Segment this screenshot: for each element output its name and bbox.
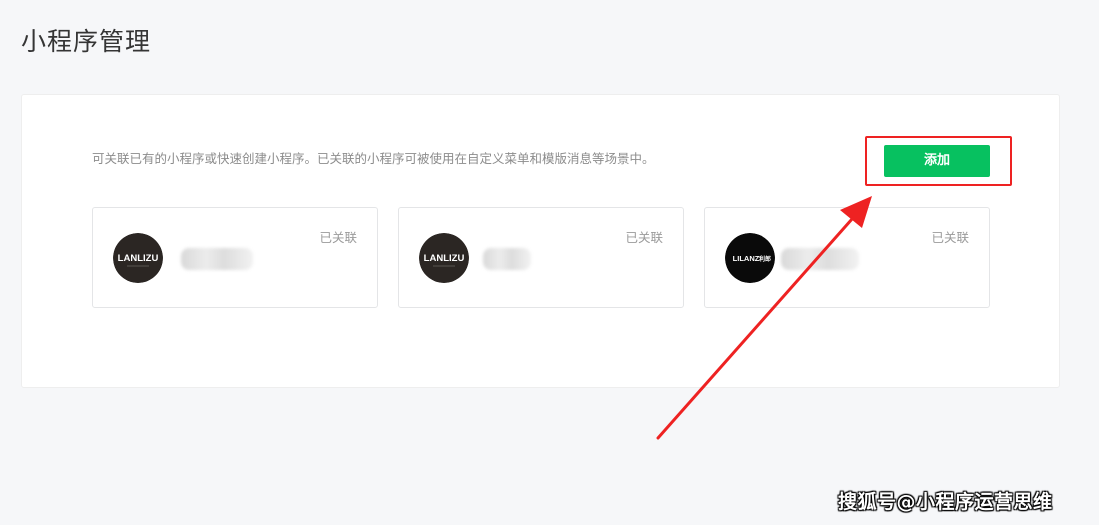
mini-program-card-1[interactable]: LANLIZU 已关联 <box>92 207 378 308</box>
blurred-program-name <box>483 248 531 270</box>
avatar-logo-text: LANLIZU <box>424 253 465 264</box>
lanlizu-logo-icon: LANLIZU <box>113 233 163 283</box>
watermark: 搜狐号@小程序运营思维 <box>838 491 1053 513</box>
mini-program-panel: 可关联已有的小程序或快速创建小程序。已关联的小程序可被使用在自定义菜单和模版消息… <box>21 94 1060 388</box>
annotation-arrow-icon <box>656 196 872 440</box>
avatar-logo-text: LANLIZU <box>118 253 159 264</box>
add-button[interactable]: 添加 <box>884 145 990 177</box>
blurred-program-name <box>181 248 253 270</box>
page-title: 小程序管理 <box>21 27 152 56</box>
status-badge: 已关联 <box>319 230 357 245</box>
lanlizu-logo-icon: LANLIZU <box>419 233 469 283</box>
status-badge: 已关联 <box>931 230 969 245</box>
panel-description: 可关联已有的小程序或快速创建小程序。已关联的小程序可被使用在自定义菜单和模版消息… <box>92 151 655 166</box>
